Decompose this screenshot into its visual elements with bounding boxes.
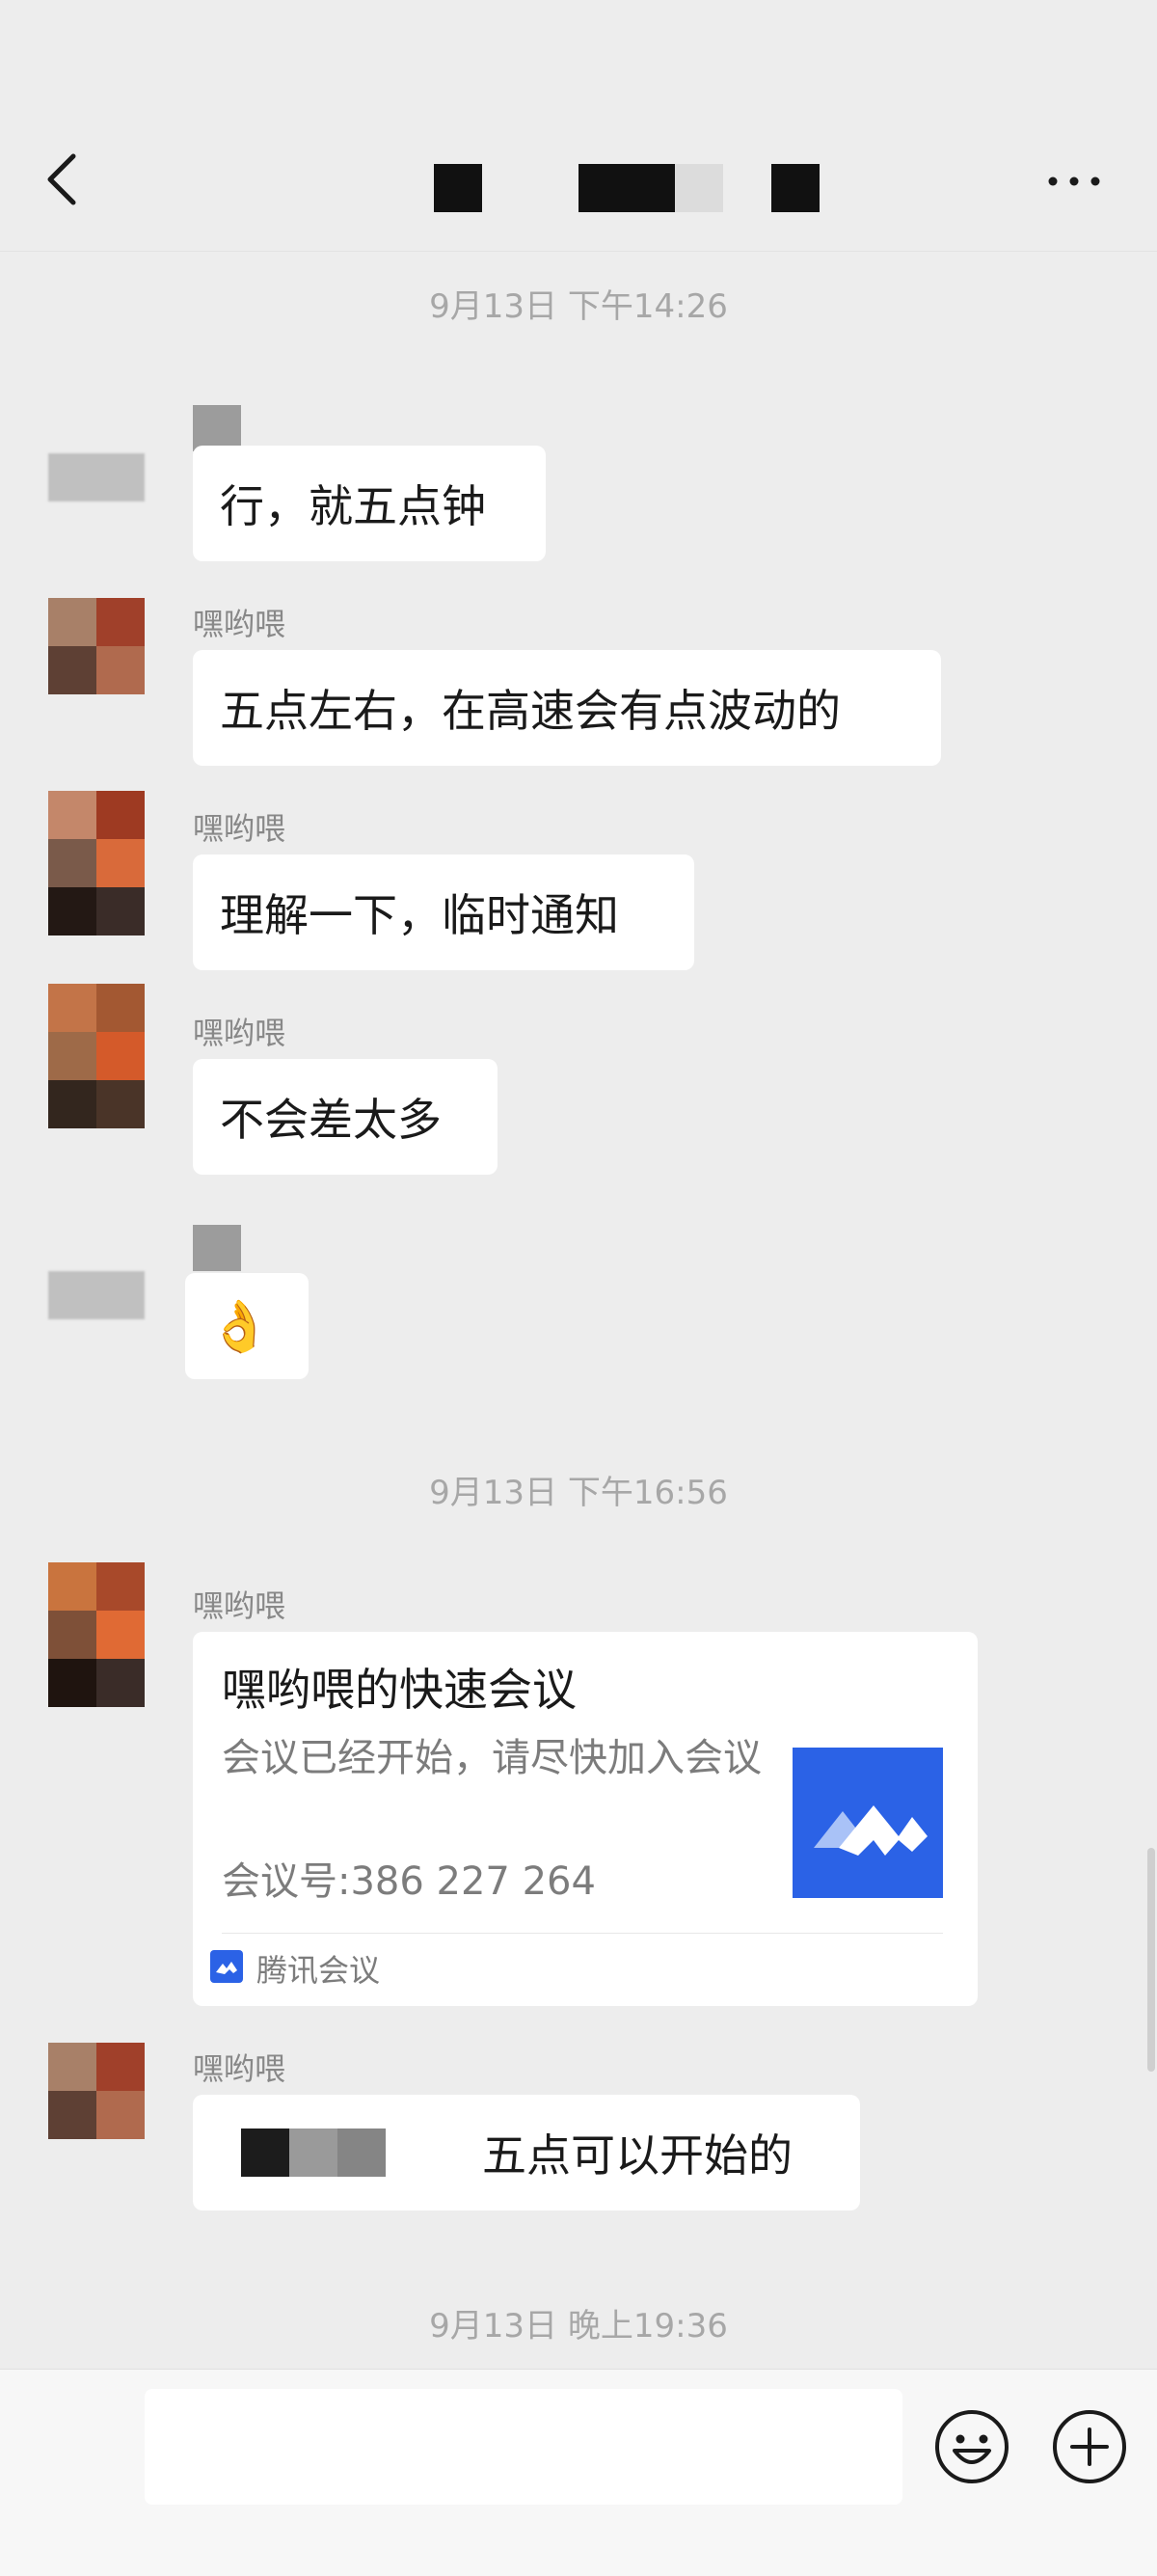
meeting-card-description: 会议已经开始，请尽快加入会议 [222, 1736, 762, 1780]
chat-title-redacted [771, 164, 820, 212]
message-bubble[interactable]: 理解一下，临时通知 [193, 854, 694, 970]
emoji-message-bubble[interactable]: 👌 [185, 1273, 309, 1379]
sender-name-redacted [193, 1225, 241, 1271]
sender-name: 嘿哟喂 [193, 1587, 286, 1624]
chat-title-redacted [675, 164, 723, 212]
message-bubble[interactable]: 五点可以开始的 [193, 2095, 860, 2210]
avatar[interactable] [48, 1562, 145, 1707]
chat-title-redacted [578, 164, 675, 212]
timestamp: 9月13日 晚上19:36 [429, 2307, 728, 2346]
message-bubble[interactable]: 五点左右，在高速会有点波动的 [193, 650, 941, 766]
scrollbar[interactable] [1147, 1848, 1155, 2072]
back-chevron-icon[interactable] [42, 150, 81, 208]
avatar[interactable] [48, 598, 145, 694]
avatar[interactable] [48, 791, 145, 935]
message-bubble[interactable]: 行，就五点钟 [193, 446, 546, 561]
sender-name: 嘿哟喂 [193, 1015, 286, 1051]
meeting-card[interactable]: 嘿哟喂的快速会议 会议已经开始，请尽快加入会议 会议号:386 227 264 … [193, 1632, 978, 2006]
meeting-card-number: 会议号:386 227 264 [222, 1859, 596, 1904]
avatar[interactable] [48, 1271, 145, 1319]
meeting-card-source: 腾讯会议 [256, 1952, 381, 1989]
avatar[interactable] [48, 984, 145, 1128]
tencent-meeting-icon [793, 1748, 943, 1898]
avatar[interactable] [48, 453, 145, 502]
emoji-icon[interactable] [933, 2408, 1010, 2485]
tencent-meeting-small-icon [210, 1950, 243, 1983]
sender-name: 嘿哟喂 [193, 606, 286, 642]
timestamp: 9月13日 下午14:26 [429, 287, 728, 326]
card-divider [222, 1933, 943, 1934]
message-bubble[interactable]: 不会差太多 [193, 1059, 498, 1175]
sender-name: 嘿哟喂 [193, 810, 286, 847]
redacted-block [241, 2129, 289, 2177]
chat-header [0, 0, 1157, 252]
plus-icon[interactable] [1051, 2408, 1128, 2485]
input-bar [0, 2369, 1157, 2576]
sender-name: 嘿哟喂 [193, 2050, 286, 2087]
timestamp: 9月13日 下午16:56 [429, 1474, 728, 1512]
message-text: 五点可以开始的 [482, 2129, 793, 2182]
message-input[interactable] [145, 2389, 902, 2505]
meeting-card-title: 嘿哟喂的快速会议 [222, 1664, 577, 1716]
more-icon[interactable] [1045, 172, 1103, 191]
sender-name-redacted [193, 405, 241, 451]
redacted-block [337, 2129, 386, 2177]
redacted-block [289, 2129, 337, 2177]
avatar[interactable] [48, 2043, 145, 2139]
chat-title-redacted [434, 164, 482, 212]
